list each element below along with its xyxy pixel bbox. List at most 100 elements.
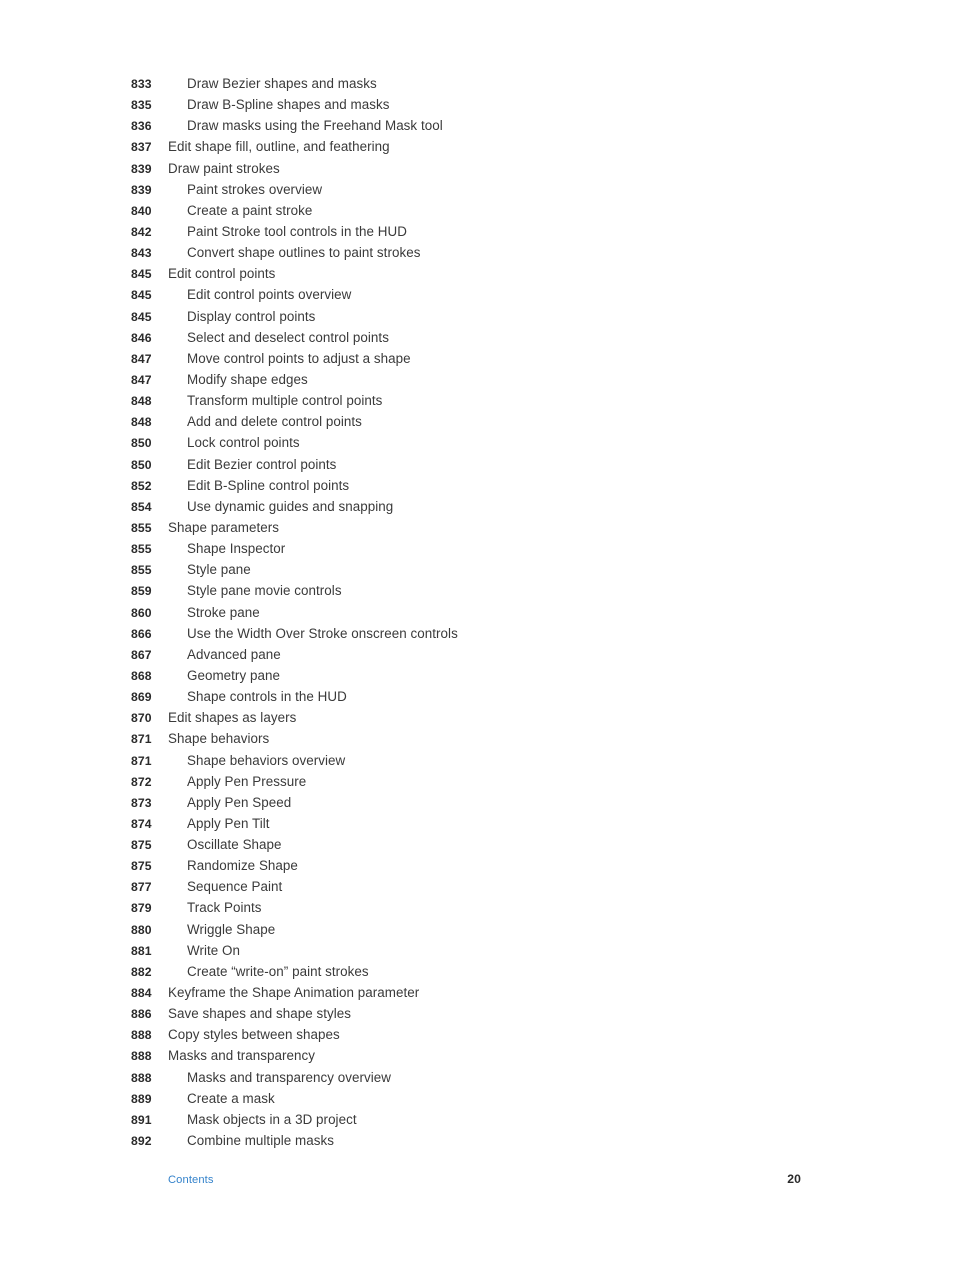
toc-entry-title: Draw B-Spline shapes and masks xyxy=(187,97,390,113)
table-of-contents-list: 833 Draw Bezier shapes and masks 835 Draw B… xyxy=(131,73,831,1151)
toc-entry-title: Lock control points xyxy=(187,435,300,451)
toc-entry[interactable]: 839 Draw paint strokes xyxy=(131,158,831,179)
toc-entry-page-number: 850 xyxy=(131,457,152,472)
toc-entry[interactable]: 855 Shape parameters xyxy=(131,517,831,538)
toc-entry[interactable]: 848 Add and delete control points xyxy=(131,411,831,432)
toc-entry-title: Paint Stroke tool controls in the HUD xyxy=(187,223,407,239)
toc-entry[interactable]: 872 Apply Pen Pressure xyxy=(131,771,831,792)
toc-entry-page-number: 870 xyxy=(131,711,152,726)
toc-entry[interactable]: 852 Edit B-Spline control points xyxy=(131,475,831,496)
toc-entry[interactable]: 833 Draw Bezier shapes and masks xyxy=(131,73,831,94)
toc-entry[interactable]: 836 Draw masks using the Freehand Mask to… xyxy=(131,115,831,136)
toc-entry[interactable]: 869 Shape controls in the HUD xyxy=(131,686,831,707)
toc-entry-title: Shape Inspector xyxy=(187,541,286,557)
toc-entry[interactable]: 874 Apply Pen Tilt xyxy=(131,813,831,834)
toc-entry[interactable]: 846 Select and deselect control points xyxy=(131,327,831,348)
toc-entry-title: Mask objects in a 3D project xyxy=(187,1111,357,1127)
toc-entry[interactable]: 886 Save shapes and shape styles xyxy=(131,1003,831,1024)
toc-entry[interactable]: 888 Masks and transparency overview xyxy=(131,1067,831,1088)
toc-entry[interactable]: 870 Edit shapes as layers xyxy=(131,707,831,728)
toc-entry[interactable]: 842 Paint Stroke tool controls in the HUD xyxy=(131,221,831,242)
toc-entry-page-number: 850 xyxy=(131,436,152,451)
toc-entry[interactable]: 840 Create a paint stroke xyxy=(131,200,831,221)
toc-entry-title: Save shapes and shape styles xyxy=(168,1006,352,1022)
toc-entry-title: Apply Pen Speed xyxy=(187,794,292,810)
toc-entry[interactable]: 882 Create “write-on” paint strokes xyxy=(131,961,831,982)
toc-entry[interactable]: 845 Display control points xyxy=(131,306,831,327)
toc-entry-page-number: 867 xyxy=(131,647,152,662)
toc-entry-page-number: 873 xyxy=(131,795,152,810)
toc-entry[interactable]: 855 Shape Inspector xyxy=(131,538,831,559)
toc-entry[interactable]: 845 Edit control points xyxy=(131,263,831,284)
toc-entry-title: Shape controls in the HUD xyxy=(187,689,347,705)
toc-entry[interactable]: 880 Wriggle Shape xyxy=(131,919,831,940)
toc-entry-title: Edit control points overview xyxy=(187,287,352,303)
toc-entry[interactable]: 884 Keyframe the Shape Animation paramete… xyxy=(131,982,831,1003)
toc-entry[interactable]: 871 Shape behaviors xyxy=(131,728,831,749)
toc-entry-page-number: 879 xyxy=(131,901,152,916)
toc-entry[interactable]: 868 Geometry pane xyxy=(131,665,831,686)
toc-entry-title: Draw paint strokes xyxy=(168,160,280,176)
toc-entry[interactable]: 848 Transform multiple control points xyxy=(131,390,831,411)
document-page: 833 Draw Bezier shapes and masks 835 Draw B… xyxy=(0,0,954,1265)
footer-contents-link[interactable]: Contents xyxy=(131,1174,214,1186)
toc-entry[interactable]: 860 Stroke pane xyxy=(131,602,831,623)
toc-entry[interactable]: 891 Mask objects in a 3D project xyxy=(131,1109,831,1130)
toc-entry[interactable]: 888 Copy styles between shapes xyxy=(131,1024,831,1045)
toc-entry-page-number: 843 xyxy=(131,246,152,261)
toc-entry-page-number: 875 xyxy=(131,859,152,874)
toc-entry-page-number: 886 xyxy=(131,1007,152,1022)
toc-entry-title: Edit Bezier control points xyxy=(187,456,337,472)
toc-entry-page-number: 855 xyxy=(131,520,152,535)
toc-entry-title: Shape behaviors overview xyxy=(187,752,346,768)
toc-entry-page-number: 845 xyxy=(131,288,152,303)
toc-entry[interactable]: 835 Draw B-Spline shapes and masks xyxy=(131,94,831,115)
toc-entry[interactable]: 854 Use dynamic guides and snapping xyxy=(131,496,831,517)
toc-entry[interactable]: 881 Write On xyxy=(131,940,831,961)
toc-entry-page-number: 855 xyxy=(131,542,152,557)
toc-entry-title: Keyframe the Shape Animation parameter xyxy=(168,985,420,1001)
toc-entry[interactable]: 866 Use the Width Over Stroke onscreen co… xyxy=(131,623,831,644)
toc-entry-title: Masks and transparency xyxy=(168,1048,315,1064)
toc-entry[interactable]: 843 Convert shape outlines to paint strok… xyxy=(131,242,831,263)
toc-entry-title: Edit B-Spline control points xyxy=(187,477,350,493)
toc-entry-page-number: 889 xyxy=(131,1091,152,1106)
toc-entry-page-number: 842 xyxy=(131,224,152,239)
toc-entry-page-number: 868 xyxy=(131,668,152,683)
toc-entry[interactable]: 875 Oscillate Shape xyxy=(131,834,831,855)
toc-entry[interactable]: 892 Combine multiple masks xyxy=(131,1130,831,1151)
toc-entry[interactable]: 879 Track Points xyxy=(131,897,831,918)
toc-entry[interactable]: 847 Modify shape edges xyxy=(131,369,831,390)
toc-entry-page-number: 888 xyxy=(131,1028,152,1043)
toc-entry-title: Create a paint stroke xyxy=(187,202,313,218)
toc-entry[interactable]: 847 Move control points to adjust a shape xyxy=(131,348,831,369)
toc-entry[interactable]: 845 Edit control points overview xyxy=(131,284,831,305)
toc-entry[interactable]: 871 Shape behaviors overview xyxy=(131,750,831,771)
toc-entry[interactable]: 888 Masks and transparency xyxy=(131,1045,831,1066)
toc-entry-title: Advanced pane xyxy=(187,646,281,662)
toc-entry[interactable]: 850 Edit Bezier control points xyxy=(131,454,831,475)
toc-entry[interactable]: 855 Style pane xyxy=(131,559,831,580)
toc-entry-page-number: 845 xyxy=(131,267,152,282)
toc-entry-page-number: 888 xyxy=(131,1070,152,1085)
toc-entry[interactable]: 850 Lock control points xyxy=(131,432,831,453)
toc-entry-title: Edit shapes as layers xyxy=(168,710,297,726)
toc-entry-title: Create “write-on” paint strokes xyxy=(187,963,369,979)
toc-entry[interactable]: 875 Randomize Shape xyxy=(131,855,831,876)
toc-entry-title: Track Points xyxy=(187,900,262,916)
toc-entry-title: Style pane xyxy=(187,562,251,578)
toc-entry-title: Shape behaviors xyxy=(168,731,270,747)
toc-entry-page-number: 833 xyxy=(131,77,152,91)
toc-entry-page-number: 872 xyxy=(131,774,152,789)
toc-entry[interactable]: 859 Style pane movie controls xyxy=(131,580,831,601)
toc-entry[interactable]: 889 Create a mask xyxy=(131,1088,831,1109)
toc-entry-page-number: 848 xyxy=(131,415,152,430)
toc-entry[interactable]: 873 Apply Pen Speed xyxy=(131,792,831,813)
toc-entry[interactable]: 837 Edit shape fill, outline, and feather… xyxy=(131,136,831,157)
toc-entry[interactable]: 867 Advanced pane xyxy=(131,644,831,665)
toc-entry-title: Paint strokes overview xyxy=(187,181,323,197)
toc-entry-page-number: 837 xyxy=(131,140,152,155)
toc-entry-page-number: 871 xyxy=(131,753,152,768)
toc-entry[interactable]: 877 Sequence Paint xyxy=(131,876,831,897)
toc-entry[interactable]: 839 Paint strokes overview xyxy=(131,179,831,200)
